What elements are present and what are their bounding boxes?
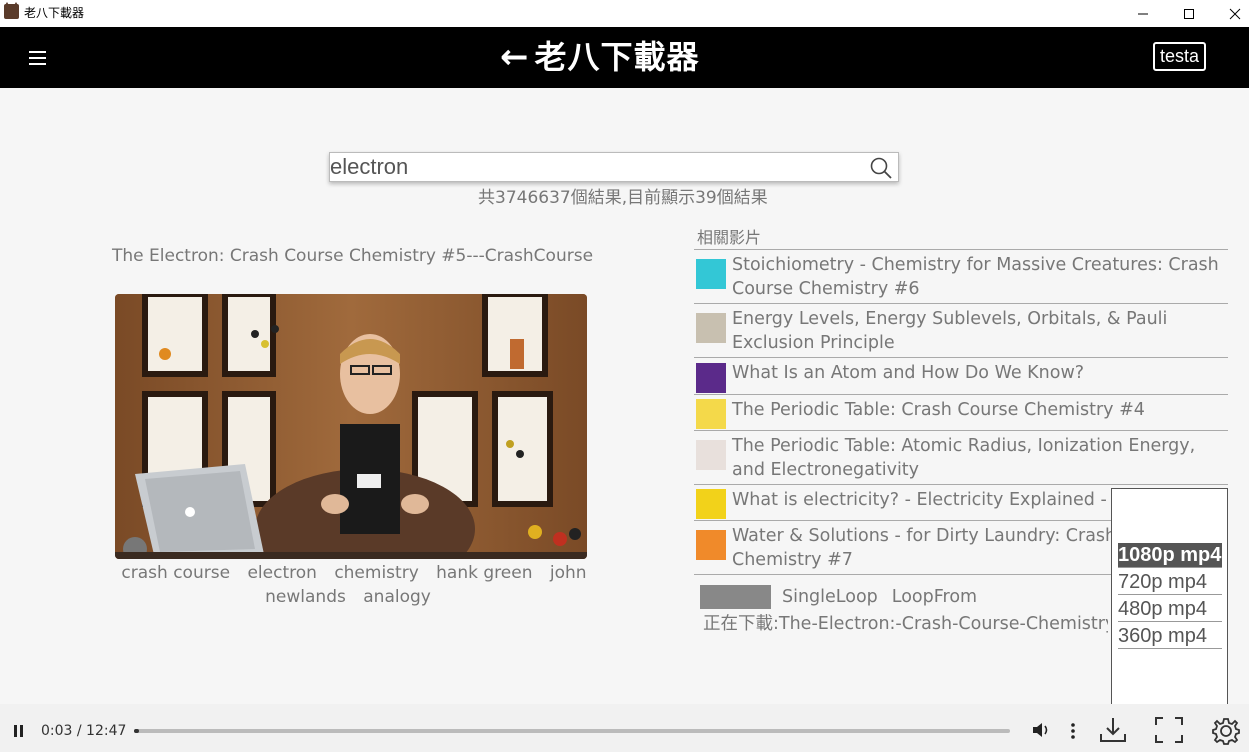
related-thumbnail xyxy=(696,399,726,429)
related-item[interactable]: Energy Levels, Energy Sublevels, Orbital… xyxy=(694,304,1228,358)
header-title-group: ← 老八下載器 xyxy=(500,35,700,79)
search-icon[interactable] xyxy=(869,156,893,184)
related-item[interactable]: The Periodic Table: Atomic Radius, Ioniz… xyxy=(694,431,1228,485)
related-thumbnail xyxy=(696,363,726,393)
result-summary: 共3746637個結果,目前顯示39個結果 xyxy=(478,188,768,208)
single-loop-button[interactable]: SingleLoop xyxy=(782,587,878,607)
quality-option[interactable]: 1080p mp4 xyxy=(1118,543,1222,568)
search-input[interactable] xyxy=(330,153,860,181)
minimize-icon xyxy=(1138,13,1148,14)
related-thumbnail xyxy=(696,530,726,560)
maximize-icon xyxy=(1184,8,1194,19)
tag[interactable]: crash course xyxy=(121,563,230,583)
tag[interactable]: electron xyxy=(247,563,316,583)
video-tags: crash course electron chemistry hank gre… xyxy=(115,561,587,609)
progress-bar[interactable] xyxy=(134,729,1010,733)
video-frame-image xyxy=(115,294,587,559)
app-header: ← 老八下載器 testa xyxy=(0,27,1249,88)
tag[interactable]: hank green xyxy=(436,563,532,583)
related-item[interactable]: Stoichiometry - Chemistry for Massive Cr… xyxy=(694,250,1228,304)
download-icon[interactable] xyxy=(1098,716,1128,744)
hamburger-menu-icon[interactable] xyxy=(29,51,46,65)
app-title: 老八下載器 xyxy=(534,38,700,76)
related-title: What Is an Atom and How Do We Know? xyxy=(732,363,1085,383)
related-title: Stoichiometry - Chemistry for Massive Cr… xyxy=(732,255,1219,299)
related-title: Energy Levels, Energy Sublevels, Orbital… xyxy=(732,309,1168,353)
related-title: What is electricity? - Electricity Expla… xyxy=(732,490,1138,510)
download-status: 正在下載:The-Electron:-Crash-Course-Chemistr… xyxy=(703,614,1108,634)
quality-menu: 1080p mp4 720p mp4 480p mp4 360p mp4 xyxy=(1111,488,1228,706)
video-title: The Electron: Crash Course Chemistry #5-… xyxy=(112,246,594,266)
loop-range-bar[interactable] xyxy=(700,585,771,609)
loop-controls: SingleLoop LoopFrom xyxy=(700,585,991,609)
user-button[interactable]: testa xyxy=(1153,42,1206,71)
related-heading: 相關影片 xyxy=(697,228,762,247)
minimize-button[interactable] xyxy=(1120,0,1166,27)
volume-icon[interactable] xyxy=(1031,721,1051,739)
maximize-button[interactable] xyxy=(1166,0,1212,27)
close-icon xyxy=(1229,8,1241,19)
tag[interactable]: chemistry xyxy=(334,563,418,583)
time-display: 0:03 / 12:47 xyxy=(41,723,127,739)
window-title: 老八下載器 xyxy=(24,6,85,20)
fullscreen-icon[interactable] xyxy=(1154,716,1184,744)
video-player[interactable] xyxy=(115,294,587,559)
progress-fill xyxy=(134,729,140,733)
search-box xyxy=(329,152,899,182)
player-controls: 0:03 / 12:47 xyxy=(0,704,1249,752)
quality-option[interactable]: 720p mp4 xyxy=(1118,570,1222,595)
loop-from-button[interactable]: LoopFrom xyxy=(892,587,977,607)
related-title: The Periodic Table: Crash Course Chemist… xyxy=(732,400,1145,420)
window-title-bar: 老八下載器 xyxy=(0,0,1249,27)
related-thumbnail xyxy=(696,489,726,519)
app-cat-icon xyxy=(4,2,19,19)
related-thumbnail xyxy=(696,313,726,343)
related-thumbnail xyxy=(696,440,726,470)
quality-option[interactable]: 360p mp4 xyxy=(1118,624,1222,649)
pause-icon[interactable] xyxy=(14,725,25,738)
related-title: The Periodic Table: Atomic Radius, Ioniz… xyxy=(732,436,1196,480)
related-thumbnail xyxy=(696,259,726,289)
quality-option[interactable]: 480p mp4 xyxy=(1118,597,1222,622)
related-item[interactable]: The Periodic Table: Crash Course Chemist… xyxy=(694,395,1228,431)
more-options-icon[interactable] xyxy=(1069,722,1077,740)
back-arrow-icon[interactable]: ← xyxy=(500,37,529,77)
tag[interactable]: analogy xyxy=(363,587,431,607)
settings-gear-icon[interactable] xyxy=(1211,716,1241,746)
related-item[interactable]: What Is an Atom and How Do We Know? xyxy=(694,358,1228,395)
close-button[interactable] xyxy=(1212,0,1249,27)
